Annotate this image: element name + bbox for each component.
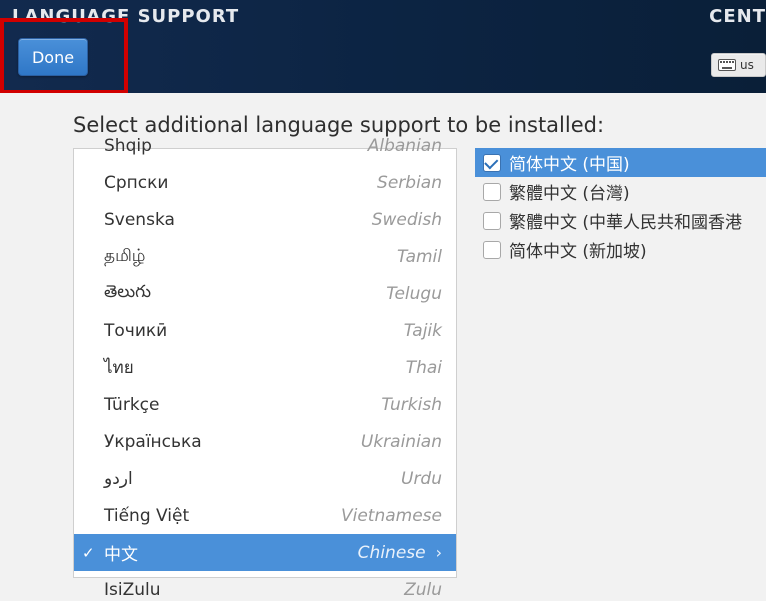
keyboard-layout-code: us (740, 58, 754, 72)
language-english-label: Swedish (372, 210, 442, 230)
language-row[interactable]: IsiZuluZulu (74, 571, 456, 601)
keyboard-layout-indicator[interactable]: us (711, 53, 766, 77)
language-native-label: Українська (104, 432, 361, 452)
content-area: Select additional language support to be… (0, 93, 766, 601)
done-button-label: Done (32, 48, 74, 67)
language-row[interactable]: اردوUrdu (74, 460, 456, 497)
locale-checkbox[interactable] (483, 241, 501, 259)
locale-label: 繁體中文 (中華人民共和國香港 (509, 208, 742, 233)
locale-checkbox[interactable] (483, 212, 501, 230)
language-english-label: Chinese (358, 543, 426, 563)
language-english-label: Albanian (368, 136, 442, 156)
language-english-label: Tamil (397, 247, 442, 267)
language-english-label: Zulu (404, 580, 442, 600)
language-native-label: Српски (104, 173, 377, 193)
language-row[interactable]: УкраїнськаUkrainian (74, 423, 456, 460)
language-row[interactable]: ไทยThai (74, 349, 456, 386)
language-native-label: اردو (104, 469, 401, 489)
language-english-label: Ukrainian (361, 432, 442, 452)
language-english-label: Serbian (377, 173, 442, 193)
locale-row[interactable]: 繁體中文 (台灣) (475, 177, 766, 206)
language-row[interactable]: తెలుగుTelugu (74, 275, 456, 312)
language-native-label: 中文 (104, 540, 358, 565)
language-native-label: తెలుగు (104, 282, 386, 306)
language-english-label: Turkish (381, 395, 442, 415)
locale-list[interactable]: 简体中文 (中国) 繁體中文 (台灣) 繁體中文 (中華人民共和國香港简体中文 (新… (475, 148, 766, 264)
language-row[interactable]: Tiếng ViệtVietnamese (74, 497, 456, 534)
language-native-label: ไทย (104, 354, 406, 381)
locale-row[interactable]: 简体中文 (新加坡) (475, 235, 766, 264)
language-row[interactable]: ТочикӣTajik (74, 312, 456, 349)
locale-row[interactable]: 繁體中文 (中華人民共和國香港 (475, 206, 766, 235)
language-list[interactable]: ShqipAlbanianСрпскиSerbianSvenskaSwedish… (73, 148, 457, 578)
language-row[interactable]: TürkçeTurkish (74, 386, 456, 423)
locale-checkbox[interactable] (483, 183, 501, 201)
check-icon: ✓ (82, 544, 95, 562)
page-title: LANGUAGE SUPPORT (12, 6, 239, 27)
done-button[interactable]: Done (18, 38, 88, 76)
language-english-label: Thai (406, 358, 442, 378)
locale-row[interactable]: 简体中文 (中国) (475, 148, 766, 177)
language-native-label: Shqip (104, 136, 368, 156)
language-native-label: Tiếng Việt (104, 506, 341, 526)
language-row[interactable]: SvenskaSwedish (74, 201, 456, 238)
language-native-label: Svenska (104, 210, 372, 230)
locale-label: 简体中文 (中国) (509, 150, 630, 175)
language-row[interactable]: СрпскиSerbian (74, 164, 456, 201)
language-native-label: தமிழ் (104, 246, 397, 268)
keyboard-icon (718, 59, 736, 71)
language-native-label: Точикӣ (104, 321, 404, 341)
header-banner: LANGUAGE SUPPORT CENT Done us (0, 0, 766, 93)
language-english-label: Telugu (386, 284, 442, 304)
language-native-label: Türkçe (104, 395, 381, 415)
language-row[interactable]: ✓ 中文Chinese › (74, 534, 456, 571)
locale-checkbox[interactable] (483, 154, 501, 172)
language-row[interactable]: ShqipAlbanian (74, 127, 456, 164)
chevron-right-icon: › (436, 543, 442, 562)
language-english-label: Urdu (401, 469, 442, 489)
distro-label-fragment: CENT (709, 6, 766, 27)
locale-label: 繁體中文 (台灣) (509, 179, 630, 204)
language-row[interactable]: தமிழ்Tamil (74, 238, 456, 275)
locale-label: 简体中文 (新加坡) (509, 237, 647, 262)
language-english-label: Tajik (404, 321, 442, 341)
language-native-label: IsiZulu (104, 580, 404, 600)
language-english-label: Vietnamese (341, 506, 442, 526)
